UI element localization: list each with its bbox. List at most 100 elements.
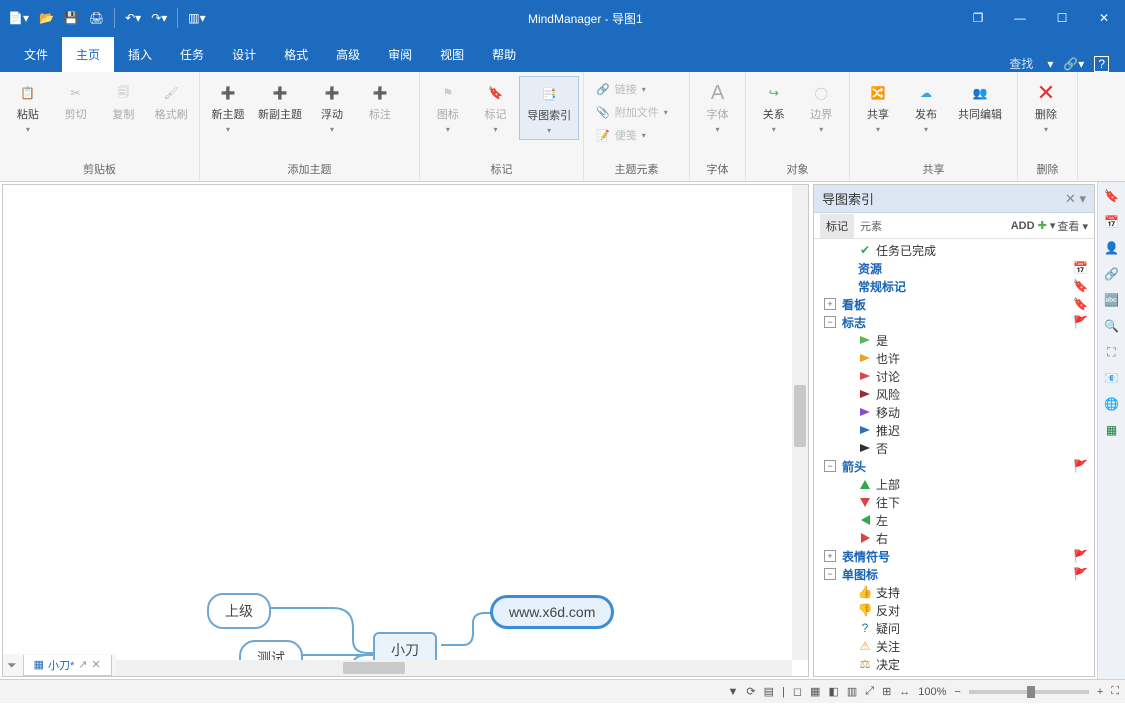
link-icon[interactable]: 🔗▾ xyxy=(1063,57,1084,71)
copy-button[interactable]: 🗐复制 xyxy=(100,76,148,126)
collapse-icon[interactable]: − xyxy=(824,568,836,580)
zoom-slider[interactable] xyxy=(969,690,1089,694)
sidebar-icon[interactable]: 📅 xyxy=(1102,212,1122,232)
tab-file[interactable]: 文件 xyxy=(10,37,62,72)
map-index-button[interactable]: 📑导图索引▾ xyxy=(519,76,579,140)
window-title: MindManager - 导图1 xyxy=(214,10,957,27)
undo-icon[interactable]: ↶▾ xyxy=(125,11,141,25)
share-button[interactable]: 🔀共享▾ xyxy=(854,76,902,138)
tab-format[interactable]: 格式 xyxy=(270,37,322,72)
sidebar-icon[interactable]: 🌐 xyxy=(1102,394,1122,414)
arrow-right-icon xyxy=(861,533,870,543)
mindmap-node-selected[interactable]: www.x6d.com xyxy=(491,596,613,628)
sidebar-icon[interactable]: 🔤 xyxy=(1102,290,1122,310)
tab-advanced[interactable]: 高级 xyxy=(322,37,374,72)
sidebar-icon[interactable]: 🔖 xyxy=(1102,186,1122,206)
collapse-icon[interactable]: − xyxy=(824,316,836,328)
boundary-button[interactable]: ◯边界▾ xyxy=(798,76,846,138)
attach-row[interactable]: 📎附加文件▾ xyxy=(594,103,670,121)
sheet-close-icon[interactable]: ✕ xyxy=(92,658,101,671)
new-subtopic-button[interactable]: ➕新副主题 xyxy=(252,76,308,126)
menu-dropdown-icon[interactable]: ▾ xyxy=(1047,57,1053,71)
status-icon[interactable]: ▦ xyxy=(810,685,820,698)
search-label[interactable]: 查找 xyxy=(1001,55,1041,72)
tab-home[interactable]: 主页 xyxy=(62,37,114,72)
status-icon[interactable]: ▤ xyxy=(764,685,774,698)
side-view-button[interactable]: 查看 ▾ xyxy=(1057,218,1088,234)
status-icon[interactable]: ⟳ xyxy=(746,685,755,698)
status-icon[interactable]: ▼ xyxy=(728,686,739,698)
new-topic-button[interactable]: ➕新主题▾ xyxy=(204,76,252,138)
format-painter-button[interactable]: 🖌格式刷 xyxy=(147,76,195,126)
new-doc-icon[interactable]: 📄▾ xyxy=(8,11,29,25)
coedit-button[interactable]: 👥共同编辑 xyxy=(950,76,1010,126)
publish-button[interactable]: ☁发布▾ xyxy=(902,76,950,138)
font-button[interactable]: A字体▾ xyxy=(694,76,741,138)
fullscreen-icon[interactable]: ⛶ xyxy=(1111,685,1119,698)
question-icon: ? xyxy=(858,621,872,635)
tab-view[interactable]: 视图 xyxy=(426,37,478,72)
paste-button[interactable]: 📋粘贴▾ xyxy=(4,76,52,138)
note-row[interactable]: 📝便笺▾ xyxy=(594,126,670,144)
side-tab-elements[interactable]: 元素 xyxy=(854,214,888,238)
mindmap-node[interactable]: 上级 xyxy=(207,593,271,629)
save-icon[interactable]: 💾 xyxy=(64,11,79,25)
marker-tree[interactable]: ✔任务已完成 资源📅 常规标记🔖 +看板🔖 −标志🚩 是 也许 讨论 风险 移动… xyxy=(814,239,1094,676)
side-add-button[interactable]: ADD ✚ ▾ xyxy=(1011,219,1056,232)
zoom-label[interactable]: 100% xyxy=(918,686,946,698)
status-icon[interactable]: ⤢ xyxy=(865,685,874,698)
print-icon[interactable]: 🖨 xyxy=(89,11,104,25)
minimize-icon[interactable]: — xyxy=(999,0,1041,36)
sheet-menu-icon[interactable]: ⏷ xyxy=(7,658,17,673)
status-icon[interactable]: ▥ xyxy=(847,685,857,698)
expand-icon[interactable]: + xyxy=(824,550,836,562)
expand-icon[interactable]: + xyxy=(824,298,836,310)
sidebar-icon[interactable]: 🔗 xyxy=(1102,264,1122,284)
tab-design[interactable]: 设计 xyxy=(218,37,270,72)
group-addtopic: 添加主题 xyxy=(200,161,419,181)
tab-insert[interactable]: 插入 xyxy=(114,37,166,72)
cut-button[interactable]: ✂剪切 xyxy=(52,76,100,126)
sidebar-icon[interactable]: 👤 xyxy=(1102,238,1122,258)
tab-review[interactable]: 审阅 xyxy=(374,37,426,72)
tag-button[interactable]: 🔖标记▾ xyxy=(472,76,520,138)
status-icon[interactable]: ◻ xyxy=(793,685,802,698)
side-menu-icon[interactable]: ▾ xyxy=(1079,191,1086,206)
tab-task[interactable]: 任务 xyxy=(166,37,218,72)
status-icon[interactable]: ⊞ xyxy=(882,685,891,698)
canvas[interactable]: 上级 测试 搞基 小刀 www.x6d.com ⏷ ▦ 小刀* ↗ ✕ xyxy=(2,184,809,677)
close-icon[interactable]: ✕ xyxy=(1083,0,1125,36)
qat-more-icon[interactable]: ▥▾ xyxy=(188,11,205,25)
callout-button[interactable]: ➕标注 xyxy=(356,76,404,126)
maximize-icon[interactable]: ☐ xyxy=(1041,0,1083,36)
zoom-out-icon[interactable]: − xyxy=(954,686,960,698)
sheet-ext-icon[interactable]: ↗ xyxy=(78,658,87,671)
zoom-in-icon[interactable]: + xyxy=(1097,686,1103,698)
delete-button[interactable]: ✕删除▾ xyxy=(1022,76,1070,138)
collapse-icon[interactable]: − xyxy=(824,460,836,472)
sidebar-icon[interactable]: ⛶ xyxy=(1102,342,1122,362)
sheet-tab[interactable]: ▦ 小刀* ↗ ✕ xyxy=(23,655,112,676)
badge-icon: 🚩 xyxy=(1073,549,1088,563)
floating-button[interactable]: ➕浮动▾ xyxy=(308,76,356,138)
thumb-down-icon: 👎 xyxy=(858,603,872,617)
scrollbar-h[interactable] xyxy=(3,660,792,676)
help-icon[interactable]: ? xyxy=(1094,56,1109,72)
note-icon: 📝 xyxy=(596,129,610,142)
group-markers: 标记 xyxy=(420,161,583,181)
scrollbar-v[interactable] xyxy=(792,185,808,660)
status-icon[interactable]: ↔ xyxy=(899,686,910,698)
redo-icon[interactable]: ↷▾ xyxy=(151,11,167,25)
sidebar-icon[interactable]: ▦ xyxy=(1102,420,1122,440)
open-icon[interactable]: 📂 xyxy=(39,11,54,25)
relation-button[interactable]: ↪关系▾ xyxy=(750,76,798,138)
sidebar-icon[interactable]: 📧 xyxy=(1102,368,1122,388)
tab-help[interactable]: 帮助 xyxy=(478,37,530,72)
icon-button[interactable]: ⚑图标▾ xyxy=(424,76,472,138)
restore-icon[interactable]: ❐ xyxy=(957,0,999,36)
status-icon[interactable]: ◧ xyxy=(828,685,838,698)
side-tab-markers[interactable]: 标记 xyxy=(820,214,854,238)
link-row[interactable]: 🔗链接▾ xyxy=(594,80,670,98)
sidebar-icon[interactable]: 🔍 xyxy=(1102,316,1122,336)
side-close-icon[interactable]: ✕ xyxy=(1065,191,1076,206)
